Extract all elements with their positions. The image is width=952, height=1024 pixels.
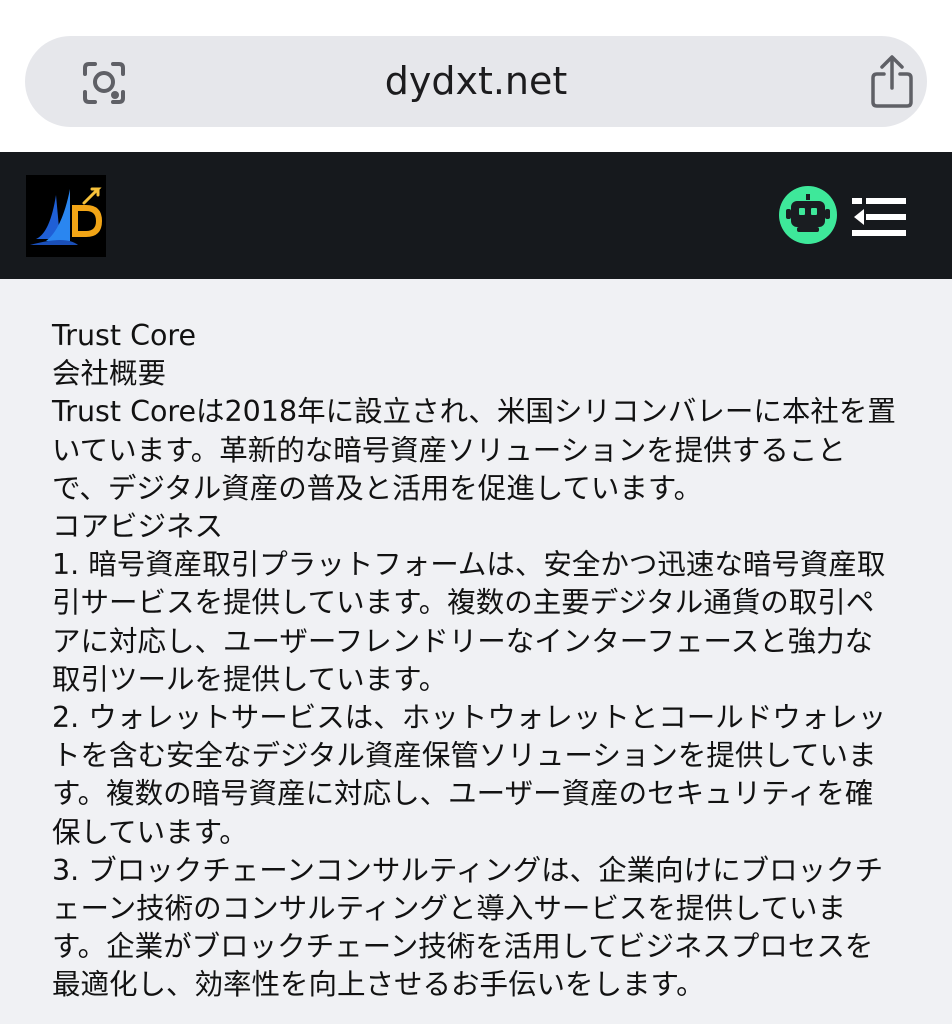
- browser-toolbar: dydxt.net: [0, 0, 952, 152]
- core-business-heading: コアビジネス: [52, 510, 224, 544]
- about-paragraph: Trust Coreは2018年に設立され、米国シリコンバレーに本社を置いていま…: [52, 395, 896, 505]
- site-name: Trust Core: [52, 319, 197, 352]
- business-item-trading: 1. 暗号資産取引プラットフォームは、安全かつ迅速な暗号資産取引サービスを提供し…: [52, 548, 886, 696]
- bot-icon[interactable]: [779, 186, 837, 244]
- url-text[interactable]: dydxt.net: [25, 36, 927, 127]
- business-item-wallet: 2. ウォレットサービスは、ホットウォレットとコールドウォレットを含む安全なデジ…: [52, 701, 887, 849]
- address-bar[interactable]: dydxt.net: [25, 36, 927, 127]
- about-heading: 会社概要: [52, 357, 167, 391]
- site-header: [0, 152, 952, 279]
- article: Trust Core 会社概要 Trust Coreは2018年に設立され、米国…: [52, 317, 897, 1005]
- main-content: Trust Core 会社概要 Trust Coreは2018年に設立され、米国…: [0, 279, 952, 1024]
- site-logo[interactable]: [26, 175, 106, 257]
- menu-icon[interactable]: [852, 194, 906, 240]
- camera-lens-icon[interactable]: [79, 58, 129, 108]
- business-item-consulting: 3. ブロックチェーンコンサルティングは、企業向けにブロックチェーン技術のコンサ…: [52, 853, 884, 1002]
- share-icon[interactable]: [867, 54, 917, 110]
